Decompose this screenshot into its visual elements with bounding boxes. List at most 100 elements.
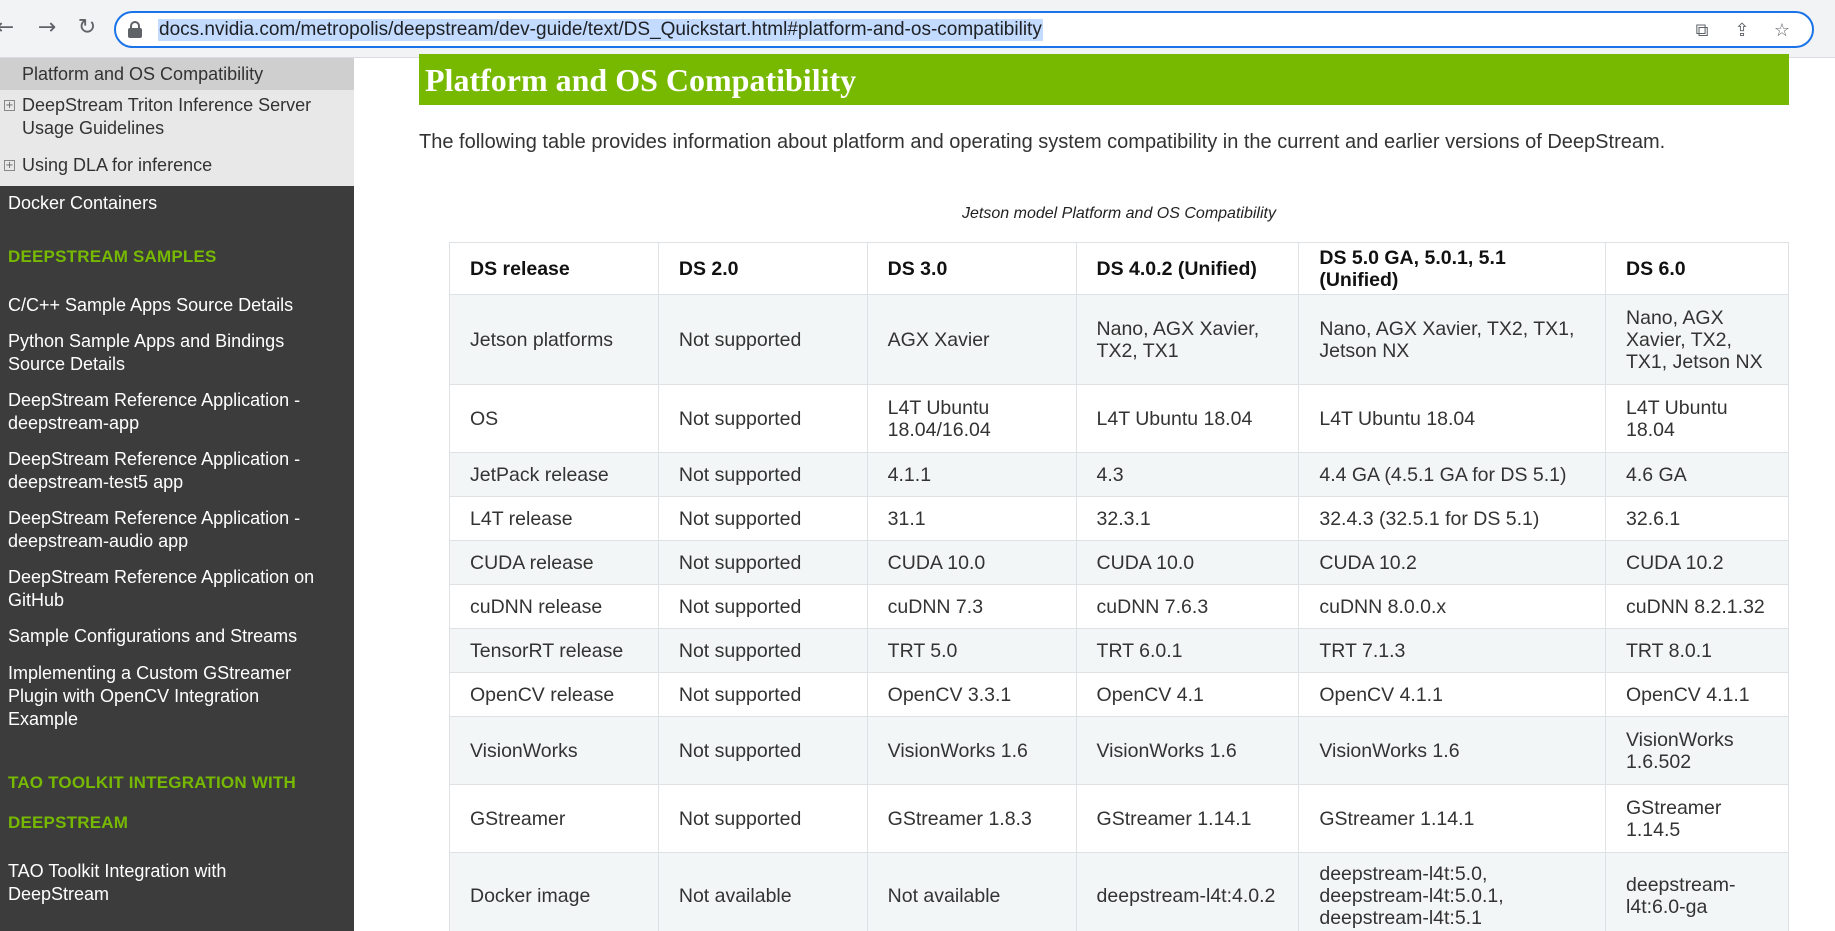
sidebar-heading-tao-2: DEEPSTREAM: [8, 813, 129, 832]
forward-arrow-icon[interactable]: →: [34, 14, 60, 42]
table-row: JetPack release Not supported 4.1.1 4.3 4.4 …: [449, 452, 1789, 497]
sidebar-item-label: DeepStream Reference Application - deeps…: [8, 390, 301, 433]
sidebar-item-label: DeepStream Reference Application on GitH…: [8, 567, 315, 610]
expand-plus-icon[interactable]: +: [4, 160, 15, 171]
sidebar-item-test5-app[interactable]: DeepStream Reference Application - deeps…: [0, 448, 354, 496]
table-cell: Not supported: [657, 452, 868, 497]
table-cell: 31.1: [866, 496, 1077, 541]
table-cell: Not supported: [657, 384, 868, 453]
table-cell: GStreamer 1.14.1: [1075, 784, 1300, 853]
table-cell: CUDA 10.0: [1075, 540, 1300, 585]
table-cell: deepstream-l4t:5.0, deepstream-l4t:5.0.1…: [1298, 852, 1607, 931]
table-row: VisionWorks Not supported VisionWorks 1.6 V…: [449, 716, 1789, 785]
table-cell: Nano, AGX Xavier, TX2, TX1, Jetson NX: [1298, 294, 1607, 385]
table-cell: VisionWorks 1.6: [1298, 716, 1607, 785]
sidebar-item-platform-os[interactable]: Platform and OS Compatibility: [0, 58, 354, 90]
sidebar-item-label: C/C++ Sample Apps Source Details: [8, 295, 294, 315]
sidebar-item-label: Python Sample Apps and Bindings Source D…: [8, 331, 285, 374]
table-cell: Not supported: [657, 496, 868, 541]
table-cell: TRT 7.1.3: [1298, 628, 1607, 673]
table-row: Docker image Not available Not available de…: [449, 852, 1789, 931]
table-cell: CUDA 10.2: [1605, 540, 1789, 585]
sidebar-nav: Platform and OS Compatibility + DeepStre…: [0, 58, 354, 931]
table-cell: TRT 6.0.1: [1075, 628, 1300, 673]
sidebar-item-label: Platform and OS Compatibility: [22, 64, 264, 84]
table-cell: GStreamer 1.8.3: [866, 784, 1077, 853]
table-cell: cuDNN 7.6.3: [1075, 584, 1300, 629]
row-header-cell: TensorRT release: [449, 628, 659, 673]
back-arrow-icon[interactable]: ←: [0, 14, 18, 42]
table-cell: 4.1.1: [866, 452, 1077, 497]
table-cell: Not supported: [657, 716, 868, 785]
sidebar-item-docker[interactable]: Docker Containers: [0, 192, 354, 218]
compatibility-table: DS release DS 2.0 DS 3.0 DS 4.0.2 (Unifi…: [449, 242, 1789, 931]
table-cell: Nano, AGX Xavier, TX2, TX1, Jetson NX: [1605, 294, 1789, 385]
table-cell: L4T Ubuntu 18.04/16.04: [866, 384, 1077, 453]
sidebar-item-python-samples[interactable]: Python Sample Apps and Bindings Source D…: [0, 330, 354, 378]
table-cell: cuDNN 8.0.0.x: [1298, 584, 1607, 629]
table-row: TensorRT release Not supported TRT 5.0 TRT …: [449, 628, 1789, 673]
table-row: Jetson platforms Not supported AGX Xavier N…: [449, 294, 1789, 385]
sidebar-item-label: Using DLA for inference: [22, 155, 213, 175]
browser-toolbar: ← → ↻ docs.nvidia.com/metropolis/deepstr…: [0, 0, 1835, 58]
table-cell: VisionWorks 1.6: [866, 716, 1077, 785]
table-cell: 4.3: [1075, 452, 1300, 497]
sidebar-item-label: DeepStream Reference Application - deeps…: [8, 449, 301, 492]
row-header-cell: Jetson platforms: [449, 294, 659, 385]
page-title: Platform and OS Compatibility: [425, 62, 857, 98]
section-title-banner: Platform and OS Compatibility: [419, 54, 1789, 105]
table-cell: Not available: [657, 852, 868, 931]
sidebar-item-tao[interactable]: TAO Toolkit Integration with DeepStream: [0, 860, 354, 908]
sidebar-item-cpp-samples[interactable]: C/C++ Sample Apps Source Details: [0, 294, 354, 320]
url-text[interactable]: docs.nvidia.com/metropolis/deepstream/de…: [158, 19, 1043, 41]
sidebar-item-label: TAO Toolkit Integration with DeepStream: [8, 861, 227, 904]
address-bar[interactable]: docs.nvidia.com/metropolis/deepstream/de…: [114, 11, 1814, 48]
table-cell: GStreamer 1.14.1: [1298, 784, 1607, 853]
table-cell: OpenCV 4.1.1: [1605, 672, 1789, 717]
expand-plus-icon[interactable]: +: [4, 100, 15, 111]
table-row: cuDNN release Not supported cuDNN 7.3 cuDNN…: [449, 584, 1789, 629]
table-cell: L4T Ubuntu 18.04: [1298, 384, 1607, 453]
column-header: DS release: [449, 242, 659, 295]
table-cell: Not supported: [657, 784, 868, 853]
table-row: GStreamer Not supported GStreamer 1.8.3 GSt…: [449, 784, 1789, 853]
table-cell: 4.4 GA (4.5.1 GA for DS 5.1): [1298, 452, 1607, 497]
sidebar-item-custom-gstreamer[interactable]: Implementing a Custom GStreamer Plugin w…: [0, 662, 354, 732]
lock-icon[interactable]: [128, 21, 142, 39]
column-header: DS 4.0.2 (Unified): [1075, 242, 1300, 295]
sidebar-item-github[interactable]: DeepStream Reference Application on GitH…: [0, 566, 354, 614]
row-header-cell: CUDA release: [449, 540, 659, 585]
sidebar-item-audio-app[interactable]: DeepStream Reference Application - deeps…: [0, 507, 354, 555]
row-header-cell: cuDNN release: [449, 584, 659, 629]
sidebar-item-deepstream-app[interactable]: DeepStream Reference Application - deeps…: [0, 389, 354, 437]
table-cell: OpenCV 4.1: [1075, 672, 1300, 717]
sidebar-item-dla[interactable]: + Using DLA for inference: [0, 154, 354, 182]
table-cell: VisionWorks 1.6.502: [1605, 716, 1789, 785]
row-header-cell: Docker image: [449, 852, 659, 931]
table-cell: Not supported: [657, 672, 868, 717]
sidebar-item-label: DeepStream Triton Inference Server Usage…: [22, 95, 312, 138]
table-cell: Not supported: [657, 628, 868, 673]
table-cell: deepstream-l4t:4.0.2: [1075, 852, 1300, 931]
sidebar-item-triton[interactable]: + DeepStream Triton Inference Server Usa…: [0, 94, 354, 142]
table-cell: Not supported: [657, 540, 868, 585]
table-cell: L4T Ubuntu 18.04: [1605, 384, 1789, 453]
table-cell: 4.6 GA: [1605, 452, 1789, 497]
reload-icon[interactable]: ↻: [74, 14, 100, 42]
table-cell: CUDA 10.0: [866, 540, 1077, 585]
column-header: DS 3.0: [866, 242, 1077, 295]
table-cell: deepstream-l4t:6.0-ga: [1605, 852, 1789, 931]
row-header-cell: OpenCV release: [449, 672, 659, 717]
translate-icon[interactable]: ⧉: [1690, 19, 1714, 43]
table-cell: GStreamer 1.14.5: [1605, 784, 1789, 853]
table-cell: OpenCV 4.1.1: [1298, 672, 1607, 717]
share-icon[interactable]: ⇪: [1730, 19, 1754, 43]
table-cell: TRT 8.0.1: [1605, 628, 1789, 673]
sidebar-item-sample-configs[interactable]: Sample Configurations and Streams: [0, 625, 354, 651]
bookmark-star-icon[interactable]: ☆: [1770, 19, 1794, 43]
table-row: CUDA release Not supported CUDA 10.0 CUDA 1…: [449, 540, 1789, 585]
table-cell: AGX Xavier: [866, 294, 1077, 385]
column-header: DS 6.0: [1605, 242, 1789, 295]
row-header-cell: VisionWorks: [449, 716, 659, 785]
table-row: L4T release Not supported 31.1 32.3.1 32.4.3…: [449, 496, 1789, 541]
